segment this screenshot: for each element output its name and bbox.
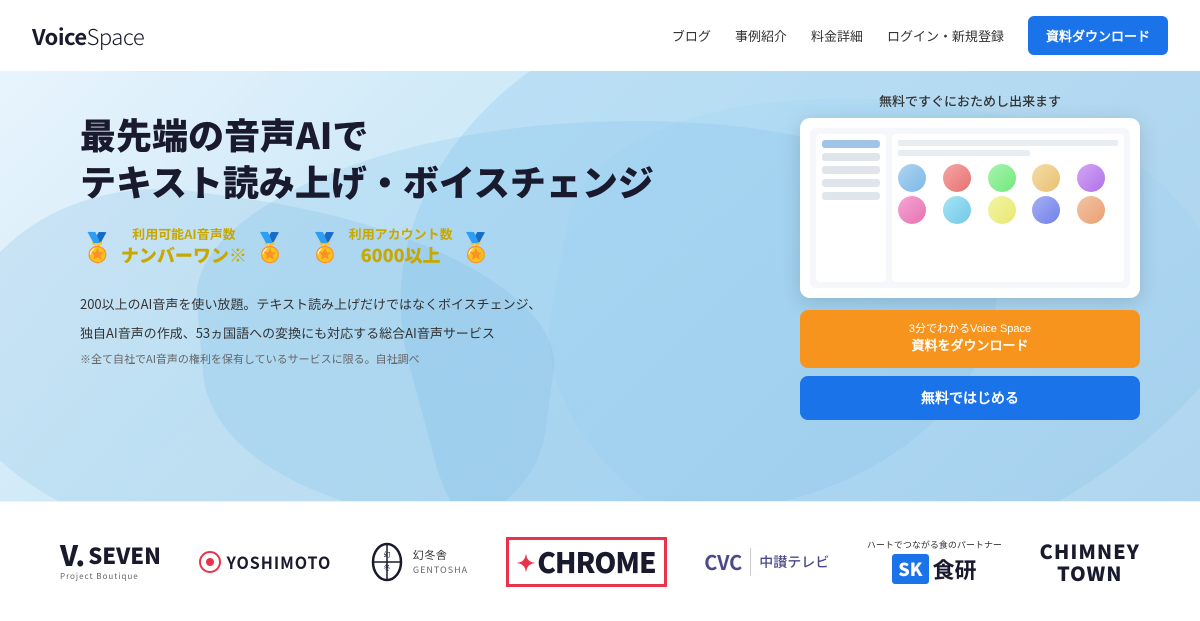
hero-content: 最先端の音声AIで テキスト読み上げ・ボイスチェンジ 🏅 利用可能AI音声数 ナ…: [80, 111, 654, 367]
logo-yoshimoto: YOSHIMOTO: [199, 550, 332, 574]
gentosha-logo-group: 幻 冬 幻冬舎 GENTOSHA: [369, 540, 468, 584]
seven-main: V. SEVEN: [60, 541, 161, 569]
shokuken-top: ハートでつながる食のパートナー: [867, 538, 1002, 551]
badge1-value: ナンバーワン※: [121, 243, 247, 268]
laurel-right-2: 🏅: [459, 232, 494, 260]
screenshot-sidebar: [816, 134, 886, 282]
hero-desc-2: 独自AI音声の作成、53ヵ国語への変換にも対応する総合AI音声サービス: [80, 321, 654, 344]
cvc-divider: [750, 548, 751, 576]
logo: VoiceSpace: [32, 20, 144, 52]
cvc-text: CVC: [704, 547, 742, 576]
badge-voices: 🏅 利用可能AI音声数 ナンバーワン※ 🏅: [80, 225, 288, 268]
hero-note: ※全て自社でAI音声の権利を保有しているサービスに限る。自社調べ: [80, 351, 654, 367]
chrome-box: ✦ CHROME: [506, 537, 667, 587]
logo-gentosha: 幻 冬 幻冬舎 GENTOSHA: [369, 540, 468, 584]
screenshot-main: [892, 134, 1124, 282]
yoshimoto-text: YOSHIMOTO: [227, 550, 332, 574]
chrome-icon-symbol: ✦: [517, 546, 535, 578]
card-label: 無料ですぐにおためし出来ます: [800, 91, 1140, 110]
avatar-6: [898, 196, 926, 224]
header: VoiceSpace ブログ 事例紹介 料金詳細 ログイン・新規登録 資料ダウン…: [0, 0, 1200, 71]
card-btn-main: 資料をダウンロード: [911, 338, 1028, 353]
avatar-5: [1077, 164, 1105, 192]
avatar-3: [988, 164, 1016, 192]
yoshimoto-logo-group: YOSHIMOTO: [199, 550, 332, 574]
avatar-2: [943, 164, 971, 192]
chimney-logo-group: CHIMNEY TOWN: [1040, 540, 1140, 584]
logo-shokuken: ハートでつながる食のパートナー SK 食研: [867, 538, 1002, 585]
laurel-left-1: 🏅: [80, 232, 115, 260]
badge-accounts: 🏅 利用アカウント数 6000以上 🏅: [308, 225, 494, 268]
badge2-text: 利用アカウント数 6000以上: [349, 225, 453, 268]
shokuken-main: SK 食研: [892, 553, 976, 585]
avatar-1: [898, 164, 926, 192]
badge2-value: 6000以上: [349, 243, 453, 268]
svg-text:幻: 幻: [383, 550, 390, 559]
logo-chrome: ✦ CHROME: [506, 537, 667, 587]
download-button[interactable]: 資料ダウンロード: [1028, 16, 1168, 55]
cvc-sub: 中讃テレビ: [759, 552, 829, 572]
hero-title-line1: 最先端の音声AIで: [80, 108, 368, 160]
seven-sub: Project Boutique: [60, 571, 139, 582]
card-btn-sub: 3分でわかるVoice Space: [812, 322, 1128, 337]
gentosha-icon: 幻 冬: [369, 540, 405, 584]
logo-chimney-town: CHIMNEY TOWN: [1040, 540, 1140, 584]
hero-section: 最先端の音声AIで テキスト読み上げ・ボイスチェンジ 🏅 利用可能AI音声数 ナ…: [0, 71, 1200, 501]
logo-space: Space: [87, 20, 145, 52]
hero-title: 最先端の音声AIで テキスト読み上げ・ボイスチェンジ: [80, 111, 654, 205]
hero-desc-1: 200以上のAI音声を使い放題。テキスト読み上げだけではなくボイスチェンジ、: [80, 292, 654, 315]
yoshimoto-circle: [199, 551, 221, 573]
sidebar-mock-1: [822, 140, 880, 148]
badge1-text: 利用可能AI音声数 ナンバーワン※: [121, 225, 247, 268]
cvc-logo-group: CVC 中讃テレビ: [704, 547, 829, 576]
chrome-text: CHROME: [537, 542, 655, 582]
logos-section: V. SEVEN Project Boutique YOSHIMOTO 幻 冬: [0, 501, 1200, 621]
laurel-right-1: 🏅: [253, 232, 288, 260]
hero-title-line2: テキスト読み上げ・ボイスチェンジ: [80, 155, 654, 207]
svg-text:冬: 冬: [383, 563, 390, 572]
logo-seven: V. SEVEN Project Boutique: [60, 541, 161, 582]
avatar-7: [943, 196, 971, 224]
sidebar-mock-2: [822, 153, 880, 161]
nav-case[interactable]: 事例紹介: [735, 26, 787, 45]
screenshot-inner: [810, 128, 1130, 288]
nav-blog[interactable]: ブログ: [672, 26, 711, 45]
logo-cvc: CVC 中讃テレビ: [704, 547, 829, 576]
sidebar-mock-4: [822, 179, 880, 187]
laurel-left-2: 🏅: [308, 232, 343, 260]
card-start-button[interactable]: 無料ではじめる: [800, 376, 1140, 420]
gentosha-kanji: 幻冬舎: [413, 547, 468, 563]
sidebar-mock-5: [822, 192, 880, 200]
line-mock-2: [898, 150, 1030, 156]
avatar-10: [1077, 196, 1105, 224]
avatar-4: [1032, 164, 1060, 192]
hero-card: 無料ですぐにおためし出来ます: [800, 91, 1140, 420]
seven-v: V.: [60, 541, 85, 569]
avatar-8: [988, 196, 1016, 224]
gentosha-text-group: 幻冬舎 GENTOSHA: [413, 547, 468, 576]
yoshimoto-circle-inner: [206, 558, 214, 566]
chimney-text2: TOWN: [1057, 562, 1123, 584]
avatars-grid: [898, 164, 1118, 224]
app-screenshot: [800, 118, 1140, 298]
nav-pricing[interactable]: 料金詳細: [811, 26, 863, 45]
hero-badges: 🏅 利用可能AI音声数 ナンバーワン※ 🏅 🏅 利用アカウント数 6000以上 …: [80, 225, 654, 268]
nav: ブログ 事例紹介 料金詳細 ログイン・新規登録 資料ダウンロード: [672, 16, 1168, 55]
seven-logo-group: V. SEVEN Project Boutique: [60, 541, 161, 582]
nav-login[interactable]: ログイン・新規登録: [887, 26, 1004, 45]
line-mock-1: [898, 140, 1118, 146]
shokuken-logo-group: ハートでつながる食のパートナー SK 食研: [867, 538, 1002, 585]
sidebar-mock-3: [822, 166, 880, 174]
shokuken-sk: SK: [892, 554, 928, 584]
shokuken-kanji: 食研: [933, 553, 977, 585]
avatar-9: [1032, 196, 1060, 224]
card-download-button[interactable]: 3分でわかるVoice Space 資料をダウンロード: [800, 310, 1140, 368]
chimney-main: CHIMNEY TOWN: [1040, 540, 1140, 584]
gentosha-roman: GENTOSHA: [413, 563, 468, 576]
seven-text: SEVEN: [88, 544, 161, 566]
